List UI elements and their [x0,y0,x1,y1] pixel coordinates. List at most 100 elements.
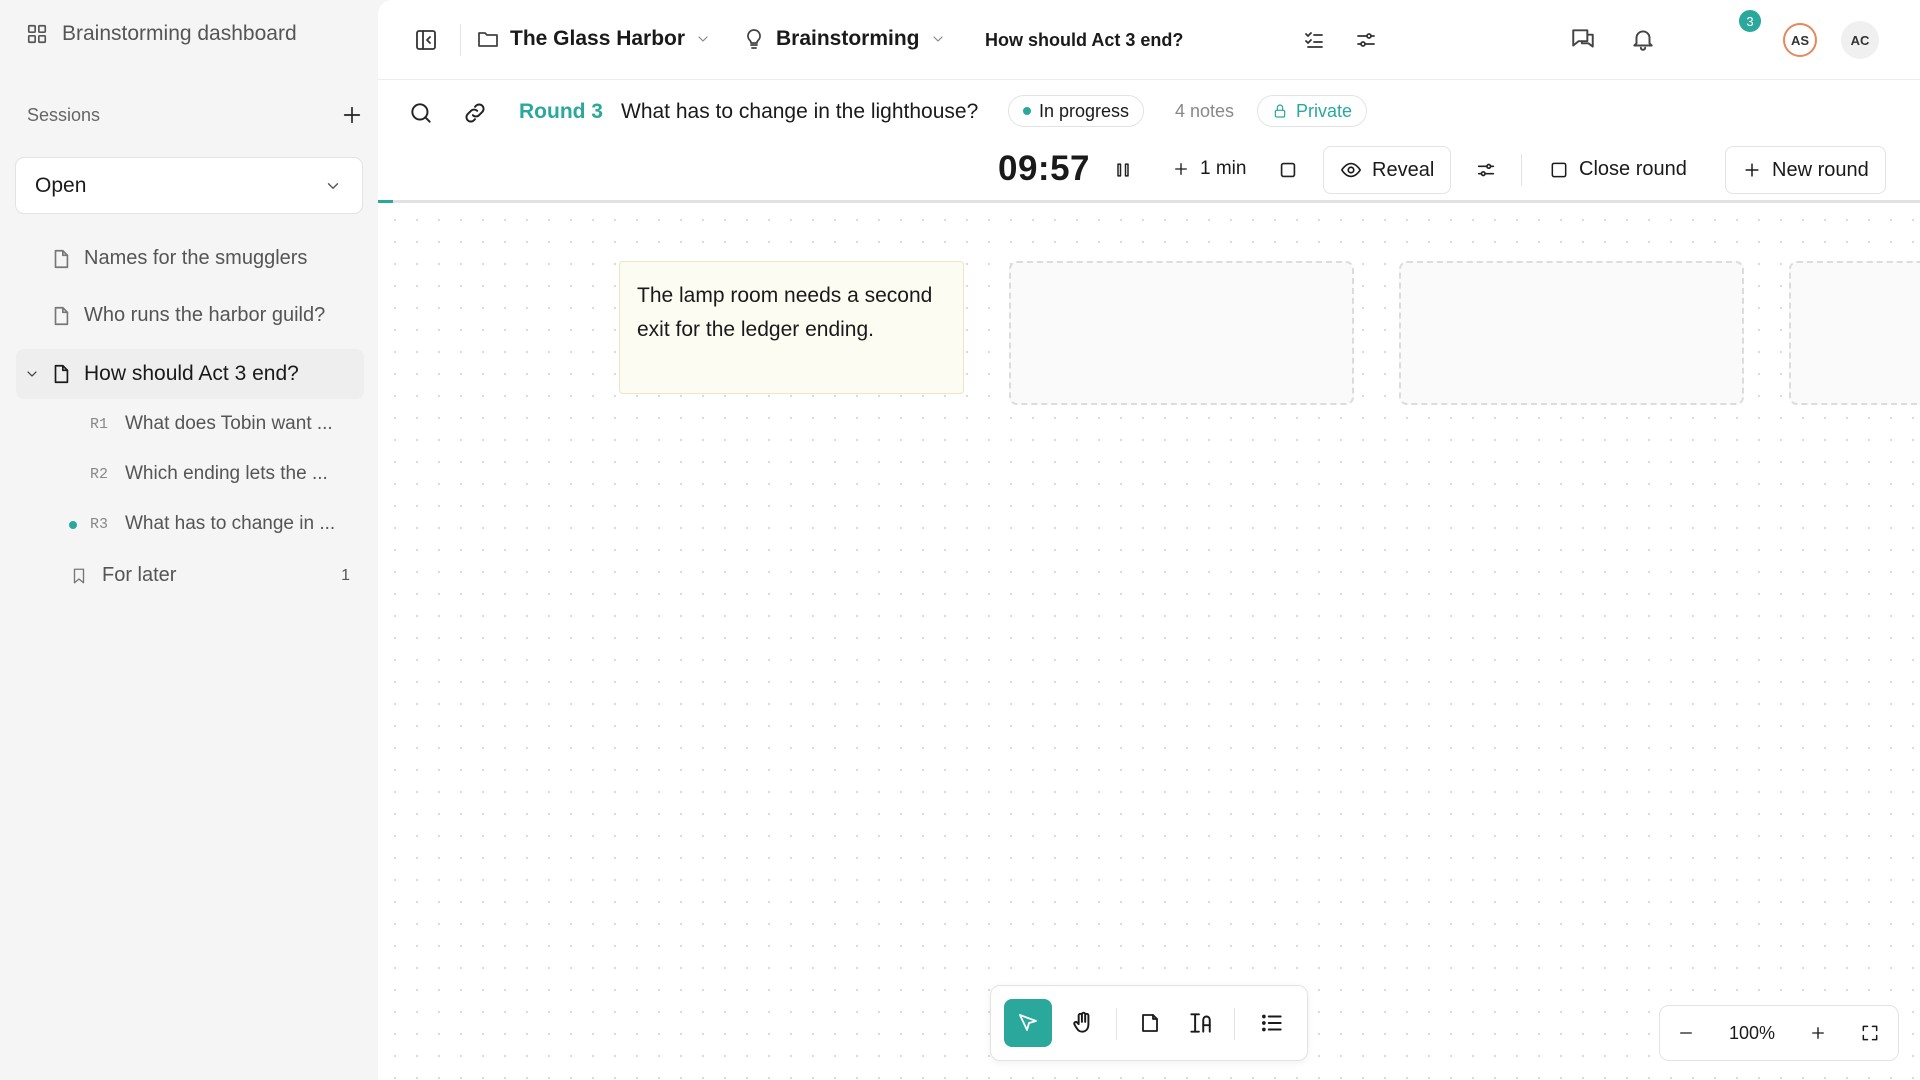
eye-icon [1340,159,1362,181]
for-later-count: 1 [341,566,350,584]
dashboard-title: Brainstorming dashboard [62,22,297,45]
session-item[interactable]: Who runs the harbor guild? [50,304,325,327]
select-tool[interactable] [1004,999,1052,1047]
round-question: What has to change in the lighthouse? [621,100,979,123]
session-item[interactable]: Names for the smugglers [50,247,307,270]
zoom-in-button[interactable] [1792,1005,1844,1061]
notification-badge: 3 [1737,8,1763,34]
project-breadcrumb[interactable]: The Glass Harbor [476,27,711,51]
close-round-label: Close round [1579,158,1687,180]
hand-icon [1070,1010,1096,1036]
settings-sliders-icon[interactable] [1354,28,1378,52]
visibility-badge[interactable]: Private [1257,95,1368,127]
document-icon [50,248,72,270]
sessions-header: Sessions [27,104,363,126]
close-round-button[interactable]: Close round [1549,158,1687,181]
avatar-ac[interactable]: AC [1841,21,1879,59]
mode-name: Brainstorming [776,27,920,50]
for-later-label: For later [102,564,177,586]
sessions-label: Sessions [27,104,101,125]
chevron-down-icon [324,177,342,195]
document-icon [50,363,72,385]
session-filter-select[interactable]: Open [15,157,363,214]
zoom-out-button[interactable] [1660,1005,1712,1061]
round-tag: R3 [90,515,109,533]
lightbulb-icon [742,27,766,51]
round-item-label: Which ending lets the ... [125,463,328,484]
active-round-dot [69,521,77,529]
session-title: How should Act 3 end? [985,30,1184,50]
minus-icon [1677,1024,1695,1042]
plus-icon [1809,1024,1827,1042]
lock-icon [1272,103,1288,119]
empty-note-slot [1789,261,1920,405]
round-item-r1[interactable]: R1 What does Tobin want ... [90,413,333,435]
plus-icon [1172,160,1190,178]
chat-icon[interactable] [1570,26,1596,52]
collapse-chevron-icon[interactable] [18,366,46,382]
add-time-label: 1 min [1200,158,1247,179]
list-view-tool[interactable] [1248,999,1296,1047]
fullscreen-button[interactable] [1844,1005,1896,1061]
round-bar: Round 3 What has to change in the lighth… [378,80,1920,204]
zoom-level: 100% [1728,1022,1776,1043]
session-filter-value: Open [35,173,87,197]
empty-note-slot [1399,261,1744,405]
chevron-down-icon [930,31,946,47]
status-badge: In progress [1008,95,1145,127]
checklist-icon[interactable] [1302,28,1326,52]
sidebar: Brainstorming dashboard Sessions Open Na… [0,0,378,1080]
top-bar: The Glass Harbor Brainstorming How shoul… [378,0,1920,80]
round-tag: R1 [90,415,109,433]
avatar-as[interactable]: AS [1783,23,1817,57]
session-item-label: Who runs the harbor guild? [84,304,326,326]
toggle-sidebar-icon[interactable] [414,28,438,52]
status-text: In progress [1039,100,1130,121]
session-item-label: How should Act 3 end? [84,362,299,385]
reveal-button[interactable]: Reveal [1323,146,1452,194]
document-icon [50,305,72,327]
session-item-label: Names for the smugglers [84,247,308,269]
chevron-down-icon [695,31,711,47]
divider [1234,1008,1235,1040]
for-later-item[interactable]: For later 1 [70,564,350,587]
mode-breadcrumb[interactable]: Brainstorming [742,27,946,51]
plus-icon [1742,160,1762,180]
canvas-toolbar [990,985,1308,1061]
search-icon[interactable] [408,100,434,126]
link-icon[interactable] [462,100,488,126]
round-item-label: What does Tobin want ... [125,413,333,434]
round-settings-icon[interactable] [1475,159,1497,181]
round-item-r3[interactable]: R3 What has to change in ... [90,513,335,535]
new-round-label: New round [1772,158,1869,181]
add-session-icon[interactable] [341,104,363,126]
new-round-button[interactable]: New round [1725,146,1886,194]
round-tag: R2 [90,465,109,483]
session-item-active[interactable]: How should Act 3 end? [16,349,364,399]
empty-note-slot [1009,261,1354,405]
round-timer: 09:57 [998,149,1091,188]
sticky-note[interactable]: The lamp room needs a second exit for th… [619,261,964,394]
round-label: Round 3 [519,100,603,123]
bell-icon[interactable] [1630,26,1656,52]
zoom-controls: 100% [1659,1005,1899,1061]
list-icon [1259,1010,1285,1036]
board-canvas[interactable]: The lamp room needs a second exit for th… [378,203,1920,1080]
divider [1116,1008,1117,1040]
note-tool[interactable] [1126,999,1174,1047]
main-panel: The Glass Harbor Brainstorming How shoul… [378,0,1920,1080]
shape-tool[interactable] [1176,999,1224,1047]
round-item-label: What has to change in ... [125,513,336,534]
round-item-r2[interactable]: R2 Which ending lets the ... [90,463,328,485]
reveal-label: Reveal [1372,158,1435,181]
pan-tool[interactable] [1059,999,1107,1047]
bookmark-icon [70,566,88,586]
project-name: The Glass Harbor [510,27,686,50]
dashboard-link[interactable]: Brainstorming dashboard [26,22,297,46]
sticky-note-icon [1138,1011,1162,1035]
add-time-button[interactable]: 1 min [1172,158,1246,180]
status-dot [1023,107,1031,115]
pause-icon[interactable] [1113,160,1133,180]
fullscreen-icon [1860,1023,1880,1043]
stop-icon[interactable] [1277,159,1299,181]
